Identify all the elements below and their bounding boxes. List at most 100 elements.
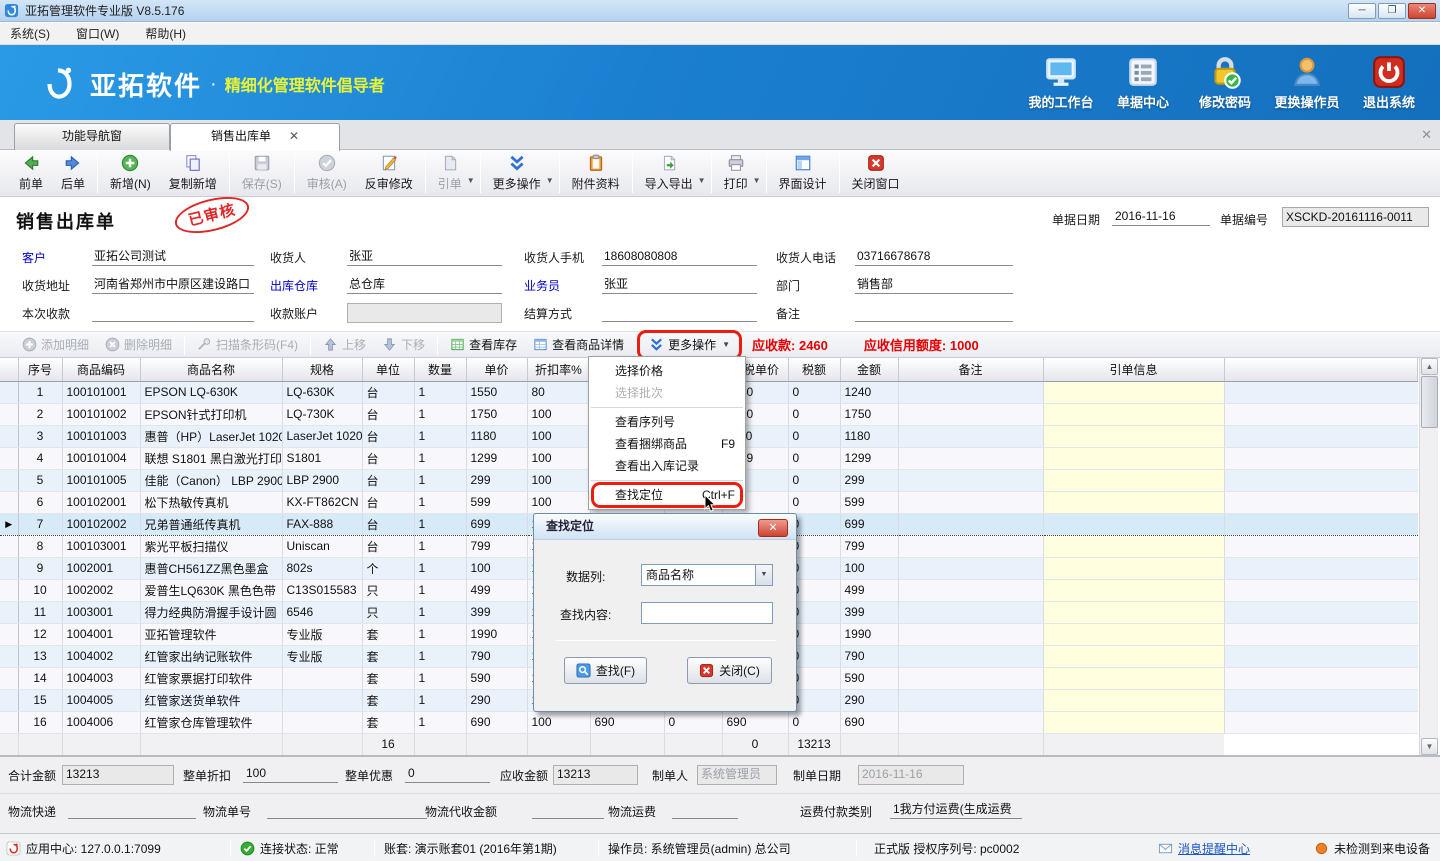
- scroll-thumb[interactable]: [1421, 376, 1438, 428]
- menu-item-选择价格[interactable]: 选择价格: [589, 360, 745, 382]
- minimize-button[interactable]: ─: [1348, 3, 1376, 19]
- form-field-收货人电话[interactable]: 03716678678: [855, 247, 1013, 266]
- status-item-5[interactable]: 消息提醒中心: [1158, 834, 1250, 861]
- vertical-scrollbar[interactable]: ▲ ▼: [1419, 358, 1438, 755]
- header-action-monitor[interactable]: 我的工作台: [1020, 55, 1102, 111]
- scroll-down-icon[interactable]: ▼: [1421, 738, 1438, 755]
- column-header-引单信息[interactable]: 引单信息: [1043, 358, 1224, 381]
- toolbar-复制新增[interactable]: 复制新增: [160, 151, 226, 195]
- header-action-user[interactable]: 更换操作员: [1266, 55, 1348, 111]
- close-button[interactable]: ✕: [1408, 3, 1436, 19]
- form-field-收货人[interactable]: 张亚: [347, 247, 502, 266]
- toolbar-后单[interactable]: 后单: [52, 151, 94, 195]
- form-field-备注[interactable]: [855, 303, 1013, 322]
- column-header-金额[interactable]: 金额: [840, 358, 898, 381]
- header-action-lock[interactable]: 修改密码: [1184, 55, 1266, 111]
- form-field-业务员[interactable]: 张亚: [602, 275, 757, 294]
- detail-separator: [184, 335, 185, 355]
- form-field-收货地址[interactable]: 河南省郑州市中原区建设路口: [92, 275, 254, 294]
- footer-field-物流快递[interactable]: [68, 801, 196, 819]
- tab-1[interactable]: 销售出库单✕: [170, 123, 340, 151]
- dropdown-arrow-icon[interactable]: ▼: [546, 176, 554, 185]
- column-header-备注[interactable]: 备注: [898, 358, 1043, 381]
- cell: 套: [362, 623, 414, 645]
- tab-close-icon[interactable]: ✕: [289, 129, 299, 143]
- cell: 1: [414, 623, 466, 645]
- dialog-close-icon[interactable]: ✕: [758, 519, 788, 537]
- find-button[interactable]: 查找(F): [564, 657, 647, 684]
- form-field-收货人手机[interactable]: 18608080808: [602, 247, 757, 266]
- toolbar-审核(A)[interactable]: 审核(A): [298, 151, 356, 195]
- dropdown-arrow-icon[interactable]: ▼: [722, 340, 730, 349]
- toolbar-引单[interactable]: 引单: [429, 151, 471, 195]
- footer-field-整单折扣[interactable]: 100: [243, 765, 338, 783]
- dialog-close-button[interactable]: 关闭(C): [687, 657, 772, 684]
- column-header-税额[interactable]: 税额: [788, 358, 840, 381]
- detail-更多操作[interactable]: 更多操作▼: [641, 333, 738, 357]
- table-row[interactable]: 161004006红管家仓库管理软件套169010069006900690: [0, 711, 1418, 733]
- column-header-商品名称[interactable]: 商品名称: [140, 358, 282, 381]
- app-window: 亚拓管理软件专业版 V8.5.176 ─ ❐ ✕ 系统(S)窗口(W)帮助(H)…: [0, 0, 1440, 861]
- cell: 惠普CH561ZZ黑色墨盒: [140, 557, 282, 579]
- form-label-出库仓库[interactable]: 出库仓库: [270, 277, 318, 294]
- footer-field-整单优惠[interactable]: 0: [405, 765, 490, 783]
- menu-item-查看捆绑商品[interactable]: 查看捆绑商品F9: [589, 433, 745, 455]
- column-header-商品编码[interactable]: 商品编码: [62, 358, 140, 381]
- detail-扫描条形码(F4): 扫描条形码(F4): [189, 333, 306, 357]
- form-field-本次收款[interactable]: [92, 303, 254, 322]
- cell: 80: [527, 381, 590, 403]
- cell: 套: [362, 711, 414, 733]
- toolbar-更多操作[interactable]: 更多操作: [484, 151, 550, 195]
- tab-0[interactable]: 功能导航窗: [14, 123, 170, 150]
- column-header-数量[interactable]: 数量: [414, 358, 466, 381]
- dropdown-arrow-icon[interactable]: ▼: [467, 176, 475, 185]
- column-header-单价[interactable]: 单价: [466, 358, 527, 381]
- toolbar-新增(N)[interactable]: 新增(N): [101, 151, 160, 195]
- toolbar-打印[interactable]: 打印: [715, 151, 757, 195]
- menu-item-1[interactable]: 窗口(W): [76, 25, 119, 42]
- maximize-button[interactable]: ❐: [1378, 3, 1406, 19]
- form-field-结算方式[interactable]: [602, 303, 757, 322]
- dropdown-arrow-icon[interactable]: ▼: [753, 176, 761, 185]
- cell: 6: [18, 491, 62, 513]
- toolbar-前单[interactable]: 前单: [10, 151, 52, 195]
- toolbar-关闭窗口[interactable]: 关闭窗口: [843, 151, 909, 195]
- column-header-规格[interactable]: 规格: [282, 358, 362, 381]
- toolbar-反审修改[interactable]: 反审修改: [356, 151, 422, 195]
- footer-field-物流运费[interactable]: [672, 801, 738, 819]
- data-column-select[interactable]: 商品名称 ▼: [641, 564, 773, 586]
- footer-field-运费付款类别[interactable]: 1我方付运费(生成运费: [890, 801, 1022, 819]
- form-label-业务员[interactable]: 业务员: [524, 277, 560, 294]
- column-header-单位[interactable]: 单位: [362, 358, 414, 381]
- form-field-客户[interactable]: 亚拓公司测试: [92, 247, 254, 266]
- tabstrip-close-icon[interactable]: ✕: [1421, 127, 1432, 143]
- toolbar-保存(S)[interactable]: 保存(S): [233, 151, 291, 195]
- form-label-客户[interactable]: 客户: [22, 249, 46, 266]
- find-content-input[interactable]: [641, 602, 773, 624]
- cell: 只: [362, 579, 414, 601]
- toolbar-界面设计[interactable]: 界面设计: [770, 151, 836, 195]
- column-header-折扣率%[interactable]: 折扣率%: [527, 358, 590, 381]
- filler-cell: [1224, 469, 1418, 491]
- toolbar-附件资料[interactable]: 附件资料: [563, 151, 629, 195]
- menu-item-查看出入库记录[interactable]: 查看出入库记录: [589, 455, 745, 477]
- cell: 1750: [840, 403, 898, 425]
- scroll-up-icon[interactable]: ▲: [1421, 358, 1438, 375]
- footer-field-物流代收金额[interactable]: [532, 801, 604, 819]
- detail-查看库存[interactable]: 查看库存: [442, 333, 525, 357]
- form-field-出库仓库[interactable]: 总仓库: [347, 275, 502, 294]
- menu-item-查找定位[interactable]: 查找定位Ctrl+F: [589, 484, 745, 506]
- menu-item-0[interactable]: 系统(S): [10, 25, 50, 42]
- menu-item-查看序列号[interactable]: 查看序列号: [589, 411, 745, 433]
- dialog-title[interactable]: 查找定位: [534, 514, 796, 540]
- header-action-power[interactable]: 退出系统: [1348, 55, 1430, 111]
- footer-field-物流单号[interactable]: [267, 801, 427, 819]
- detail-查看商品详情[interactable]: 查看商品详情: [525, 333, 632, 357]
- form-field-部门[interactable]: 销售部: [855, 275, 1013, 294]
- toolbar-导入导出[interactable]: 导入导出: [636, 151, 702, 195]
- column-header-序号[interactable]: 序号: [18, 358, 62, 381]
- menu-item-2[interactable]: 帮助(H): [145, 25, 186, 42]
- combo-dropdown-icon[interactable]: ▼: [755, 565, 772, 585]
- header-action-list[interactable]: 单据中心: [1102, 55, 1184, 111]
- dropdown-arrow-icon[interactable]: ▼: [698, 176, 706, 185]
